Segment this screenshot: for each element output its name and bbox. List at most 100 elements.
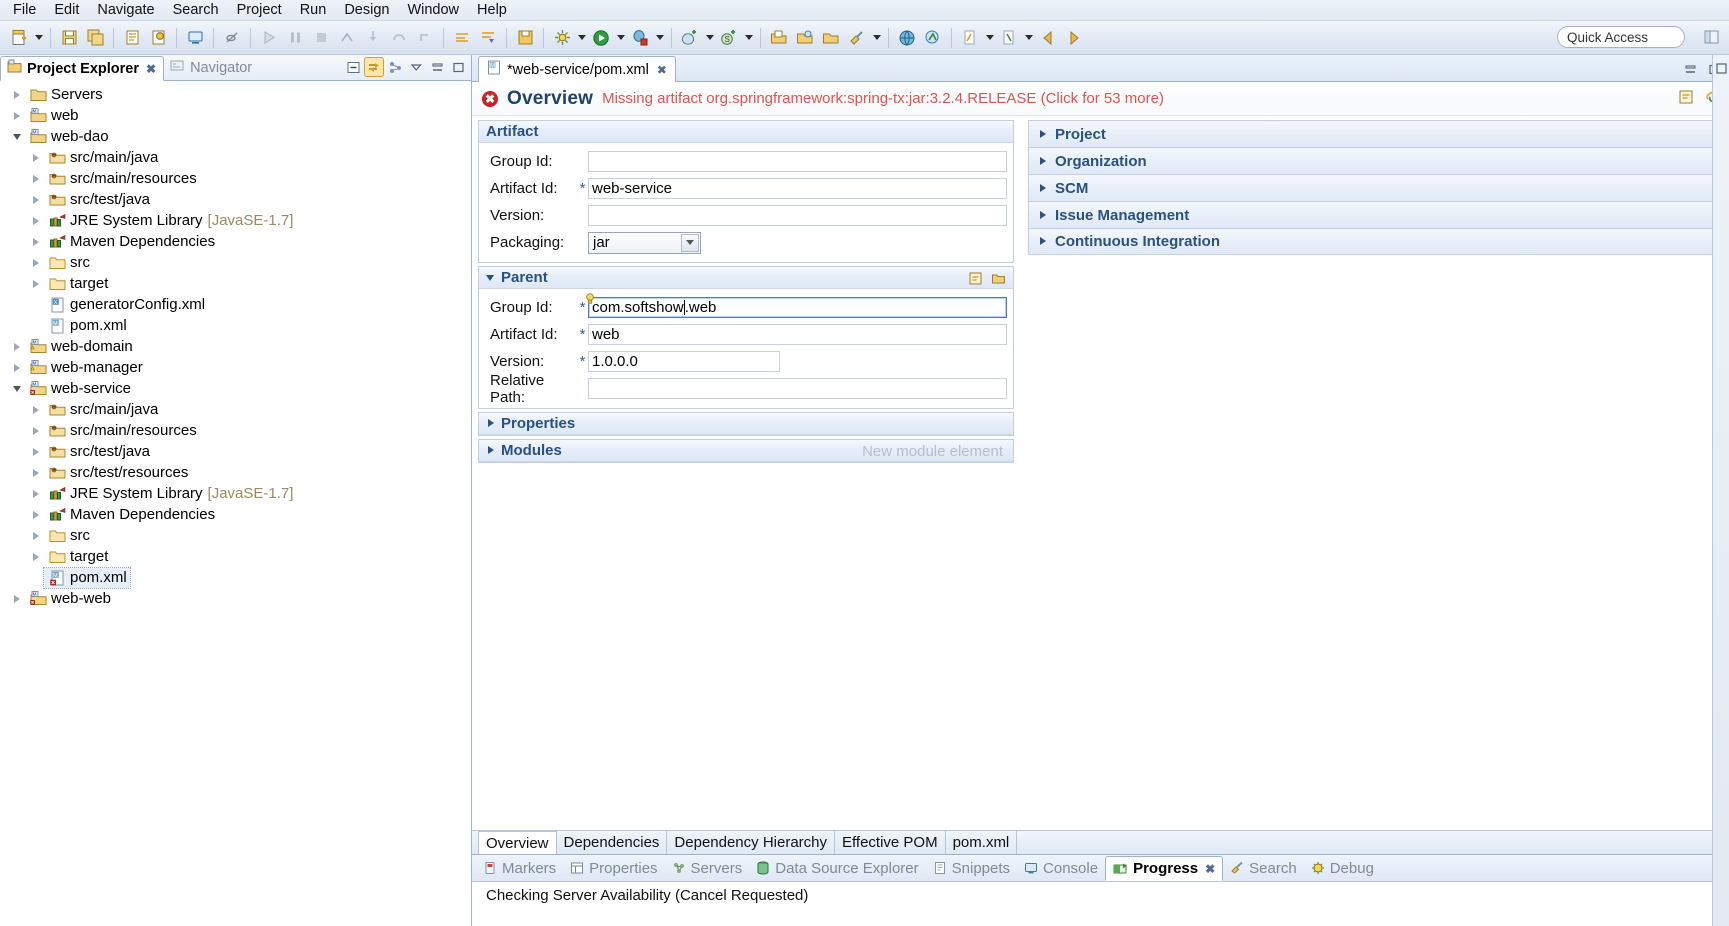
profile-icon[interactable] bbox=[921, 26, 945, 50]
tree-item-jre-system-library[interactable]: JRE System Library [JavaSE-1.7] bbox=[0, 483, 471, 504]
expand-arrow-right-icon[interactable] bbox=[27, 546, 44, 567]
expand-arrow-right-icon[interactable] bbox=[27, 168, 44, 189]
tree-item-src-main-resources[interactable]: src/main/resources bbox=[0, 168, 471, 189]
open-task-icon[interactable] bbox=[793, 26, 817, 50]
search-dropdown-icon[interactable] bbox=[870, 26, 883, 50]
tree-item-src[interactable]: src bbox=[0, 252, 471, 273]
bottom-tab-data-source-explorer[interactable]: Data Source Explorer bbox=[749, 857, 925, 880]
terminate-icon[interactable] bbox=[309, 26, 333, 50]
bottom-tab-console[interactable]: Console bbox=[1017, 857, 1105, 880]
tree-item-maven-dependencies[interactable]: Maven Dependencies bbox=[0, 231, 471, 252]
view-menu-hierarchy-icon[interactable] bbox=[386, 58, 404, 76]
close-icon[interactable]: ✖ bbox=[146, 62, 156, 76]
run-icon[interactable] bbox=[589, 26, 613, 50]
tree-item-src[interactable]: src bbox=[0, 525, 471, 546]
packaging-combo[interactable]: jar bbox=[588, 231, 701, 254]
tree-item-target[interactable]: target bbox=[0, 546, 471, 567]
content-assist-bulb-icon[interactable] bbox=[585, 292, 595, 304]
chevron-down-icon[interactable] bbox=[681, 233, 699, 252]
tree-item-pom-xml[interactable]: Mpom.xml bbox=[0, 315, 471, 336]
menu-help[interactable]: Help bbox=[468, 1, 516, 20]
bottom-tab-debug[interactable]: Debug bbox=[1304, 857, 1381, 880]
expand-arrow-right-icon[interactable] bbox=[27, 210, 44, 231]
artifact-group-id-input[interactable] bbox=[588, 151, 1007, 172]
menu-project[interactable]: Project bbox=[228, 1, 291, 20]
menu-file[interactable]: File bbox=[4, 1, 45, 20]
open-console-icon[interactable] bbox=[183, 26, 207, 50]
save-icon[interactable] bbox=[57, 26, 81, 50]
organization-section-header[interactable]: Organization bbox=[1028, 147, 1723, 174]
bottom-tab-properties[interactable]: Properties bbox=[563, 857, 664, 880]
new-wizard-dropdown-icon[interactable] bbox=[32, 26, 45, 50]
expand-arrow-right-icon[interactable] bbox=[27, 441, 44, 462]
artifact-version-input[interactable] bbox=[588, 205, 1007, 226]
menu-window[interactable]: Window bbox=[398, 1, 468, 20]
expand-arrow-right-icon[interactable] bbox=[27, 504, 44, 525]
page-tab-dependencies[interactable]: Dependencies bbox=[557, 831, 668, 854]
resume-icon[interactable] bbox=[257, 26, 281, 50]
expand-arrow-right-icon[interactable] bbox=[8, 357, 25, 378]
expand-arrow-right-icon[interactable] bbox=[8, 105, 25, 126]
chevron-down-icon[interactable] bbox=[486, 272, 497, 283]
next-edit-dropdown-icon[interactable] bbox=[1022, 26, 1035, 50]
expand-arrow-right-icon[interactable] bbox=[27, 231, 44, 252]
project-tree[interactable]: Servers Mweb Mweb-dao src/main/java src/main… bbox=[0, 81, 471, 926]
open-parent-pom-icon[interactable] bbox=[989, 269, 1007, 287]
page-tab-effective-pom[interactable]: Effective POM bbox=[835, 831, 946, 854]
forward-icon[interactable] bbox=[1062, 26, 1086, 50]
run-dropdown-icon[interactable] bbox=[614, 26, 627, 50]
tree-item-src-test-resources[interactable]: src/test/resources bbox=[0, 462, 471, 483]
expand-arrow-right-icon[interactable] bbox=[27, 483, 44, 504]
chevron-right-icon[interactable] bbox=[1038, 210, 1049, 221]
minimize-icon[interactable] bbox=[428, 58, 446, 76]
chevron-right-icon[interactable] bbox=[486, 418, 497, 429]
external-tools-dropdown-icon[interactable] bbox=[575, 26, 588, 50]
tree-item-src-test-java[interactable]: src/test/java bbox=[0, 441, 471, 462]
modules-section-header[interactable]: Modules New module element bbox=[479, 440, 1013, 462]
parent-group-id-input[interactable]: com.softshow .web bbox=[588, 297, 1007, 318]
parent-artifact-id-input[interactable]: web bbox=[588, 324, 1007, 345]
expand-arrow-right-icon[interactable] bbox=[27, 273, 44, 294]
artifact-section-header[interactable]: Artifact bbox=[479, 121, 1013, 143]
tab-project-explorer[interactable]: Project Explorer ✖ bbox=[0, 56, 165, 81]
tree-item-jre-system-library[interactable]: JRE System Library [JavaSE-1.7] bbox=[0, 210, 471, 231]
open-web-browser-icon[interactable] bbox=[895, 26, 919, 50]
artifact-artifact-id-input[interactable]: web-service bbox=[588, 178, 1007, 199]
collapse-all-icon[interactable] bbox=[344, 58, 362, 76]
bottom-tab-search[interactable]: Search bbox=[1223, 857, 1304, 880]
parent-version-input[interactable]: 1.0.0.0 bbox=[588, 351, 780, 372]
expand-arrow-right-icon[interactable] bbox=[8, 84, 25, 105]
tree-item-web-domain[interactable]: Mweb-domain bbox=[0, 336, 471, 357]
restore-icon[interactable] bbox=[1712, 59, 1729, 77]
chevron-right-icon[interactable] bbox=[1038, 156, 1049, 167]
open-type-icon[interactable] bbox=[767, 26, 791, 50]
expand-arrow-right-icon[interactable] bbox=[27, 420, 44, 441]
debug-icon[interactable] bbox=[628, 26, 652, 50]
expand-arrow-down-icon[interactable] bbox=[8, 126, 25, 147]
quick-access-input[interactable]: Quick Access bbox=[1557, 26, 1685, 48]
validate-icon[interactable] bbox=[146, 26, 170, 50]
menu-run[interactable]: Run bbox=[291, 1, 336, 20]
save-all-icon[interactable] bbox=[83, 26, 107, 50]
expand-arrow-right-icon[interactable] bbox=[27, 189, 44, 210]
maximize-icon[interactable] bbox=[449, 58, 467, 76]
tree-item-target[interactable]: target bbox=[0, 273, 471, 294]
previous-edit-icon[interactable] bbox=[958, 26, 982, 50]
tree-item-servers[interactable]: Servers bbox=[0, 84, 471, 105]
parent-section-header[interactable]: Parent bbox=[479, 267, 1013, 289]
error-message[interactable]: Missing artifact org.springframework:spr… bbox=[602, 90, 1164, 107]
step-into-icon[interactable] bbox=[361, 26, 385, 50]
expand-arrow-down-icon[interactable] bbox=[8, 378, 25, 399]
scm-section-header[interactable]: SCM bbox=[1028, 174, 1723, 201]
tree-item-web-manager[interactable]: Mweb-manager bbox=[0, 357, 471, 378]
view-menu-icon[interactable] bbox=[407, 58, 425, 76]
chevron-right-icon[interactable] bbox=[1038, 183, 1049, 194]
relative-path-input[interactable] bbox=[588, 378, 1007, 399]
new-spring-element-icon[interactable]: S bbox=[717, 26, 741, 50]
menu-design[interactable]: Design bbox=[335, 1, 398, 20]
bottom-tab-servers[interactable]: Servers bbox=[665, 857, 750, 880]
expand-arrow-right-icon[interactable] bbox=[27, 399, 44, 420]
close-icon[interactable]: ✖ bbox=[1205, 862, 1215, 876]
step-return-icon[interactable] bbox=[413, 26, 437, 50]
link-with-editor-icon[interactable] bbox=[364, 57, 384, 77]
